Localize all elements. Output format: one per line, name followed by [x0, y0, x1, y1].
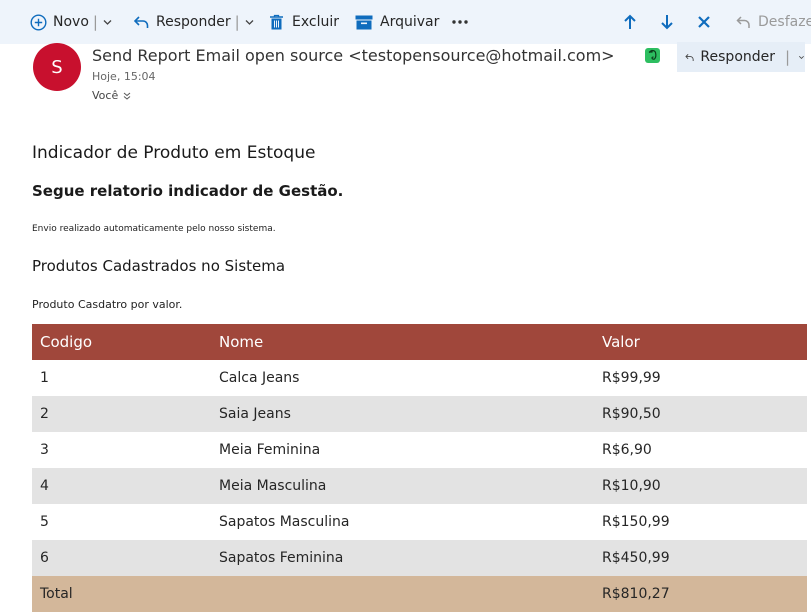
divider: | [92, 13, 98, 31]
cell-codigo: 1 [40, 370, 49, 386]
cell-nome: Meia Masculina [219, 478, 327, 494]
previous-message-button[interactable] [623, 0, 637, 44]
products-table: Codigo Nome Valor 1 Calca Jeans R$99,99 … [32, 324, 807, 612]
cell-codigo: 3 [40, 442, 49, 458]
table-row: 3 Meia Feminina R$6,90 [32, 432, 807, 468]
report-title: Indicador de Produto em Estoque [32, 143, 316, 163]
arrow-down-icon [661, 15, 673, 30]
recipients-toggle[interactable]: Você [92, 89, 131, 102]
arrow-up-icon [624, 14, 636, 29]
evernote-icon[interactable] [645, 48, 660, 63]
chevron-down-icon[interactable] [798, 52, 805, 63]
total-label: Total [40, 586, 73, 602]
table-row: 2 Saia Jeans R$90,50 [32, 396, 807, 432]
cell-nome: Sapatos Feminina [219, 550, 344, 566]
cell-nome: Sapatos Masculina [219, 514, 350, 530]
reply-button-label: Responder [156, 14, 231, 30]
cell-codigo: 2 [40, 406, 49, 422]
reply-icon [685, 53, 694, 61]
plus-circle-icon [30, 13, 47, 31]
divider: | [785, 48, 791, 66]
sender-name[interactable]: Send Report Email open source <testopens… [92, 46, 615, 65]
cell-valor: R$99,99 [602, 370, 661, 386]
table-row: 4 Meia Masculina R$10,90 [32, 468, 807, 504]
reply-icon [133, 15, 149, 28]
divider: | [234, 13, 240, 31]
delete-button-label: Excluir [292, 14, 339, 30]
reply-button-secondary[interactable]: Responder | [677, 42, 805, 72]
cell-valor: R$10,90 [602, 478, 661, 494]
next-message-button[interactable] [660, 0, 674, 44]
column-header-valor: Valor [602, 333, 640, 351]
avatar-initial: S [51, 56, 63, 78]
reply-button-label: Responder [700, 49, 776, 65]
cell-codigo: 6 [40, 550, 49, 566]
cell-codigo: 5 [40, 514, 49, 530]
command-toolbar: Novo | Responder | Excluir Arquivar Desf… [0, 0, 811, 44]
chevron-down-icon[interactable] [102, 17, 113, 28]
table-row: 6 Sapatos Feminina R$450,99 [32, 540, 807, 576]
reply-button[interactable]: Responder | [133, 0, 255, 44]
column-header-codigo: Codigo [40, 333, 93, 351]
avatar[interactable]: S [33, 43, 81, 91]
table-row: 5 Sapatos Masculina R$150,99 [32, 504, 807, 540]
section-note: Produto Casdatro por valor. [32, 298, 183, 311]
undo-button-label: Desfazer [758, 14, 811, 30]
archive-icon [355, 15, 373, 29]
cell-valor: R$6,90 [602, 442, 652, 458]
cell-nome: Calca Jeans [219, 370, 300, 386]
cell-codigo: 4 [40, 478, 49, 494]
cell-nome: Meia Feminina [219, 442, 321, 458]
message-timestamp: Hoje, 15:04 [92, 70, 156, 83]
undo-icon [736, 15, 750, 28]
cell-nome: Saia Jeans [219, 406, 291, 422]
archive-button-label: Arquivar [380, 14, 440, 30]
recipient-label: Você [92, 89, 119, 102]
double-chevron-down-icon [123, 92, 131, 100]
table-total-row: Total R$810,27 [32, 576, 807, 612]
close-message-button[interactable] [697, 0, 711, 44]
close-icon [698, 16, 710, 28]
section-heading: Produtos Cadastrados no Sistema [32, 257, 286, 275]
cell-valor: R$90,50 [602, 406, 661, 422]
table-header-row: Codigo Nome Valor [32, 324, 807, 360]
new-button[interactable]: Novo | [30, 0, 113, 44]
delete-button[interactable]: Excluir [269, 0, 339, 44]
undo-button[interactable]: Desfazer [736, 0, 811, 44]
trash-icon [270, 14, 283, 29]
more-actions-button[interactable] [452, 0, 468, 44]
automation-notice: Envio realizado automaticamente pelo nos… [32, 224, 276, 234]
archive-button[interactable]: Arquivar [355, 0, 439, 44]
table-row: 1 Calca Jeans R$99,99 [32, 360, 807, 396]
column-header-nome: Nome [219, 333, 264, 351]
cell-valor: R$150,99 [602, 514, 670, 530]
more-dots-icon [452, 20, 468, 24]
report-subtitle: Segue relatorio indicador de Gestão. [32, 182, 344, 200]
chevron-down-icon[interactable] [244, 17, 255, 28]
new-button-label: Novo [53, 14, 89, 30]
total-value: R$810,27 [602, 586, 670, 602]
cell-valor: R$450,99 [602, 550, 670, 566]
